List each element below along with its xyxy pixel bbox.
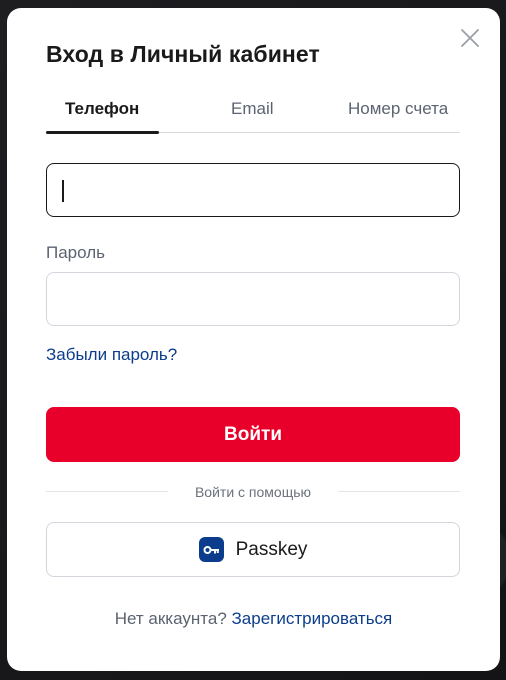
key-icon xyxy=(198,537,224,562)
tab-account-number[interactable]: Номер счета xyxy=(348,99,448,119)
text-caret xyxy=(62,180,64,202)
login-button[interactable]: Войти xyxy=(46,407,460,462)
active-tab-indicator xyxy=(46,131,159,134)
tab-phone[interactable]: Телефон xyxy=(65,99,139,119)
phone-input[interactable] xyxy=(46,163,460,217)
password-label: Пароль xyxy=(46,243,105,262)
close-button[interactable] xyxy=(460,28,480,48)
register-link[interactable]: Зарегистрироваться xyxy=(232,609,393,628)
passkey-label: Passkey xyxy=(235,538,308,560)
close-icon xyxy=(461,29,479,47)
modal-title: Вход в Личный кабинет xyxy=(46,41,320,67)
login-modal: Вход в Личный кабинет Телефон Email Номе… xyxy=(7,8,500,671)
register-row: Нет аккаунта? Зарегистрироваться xyxy=(7,609,500,629)
alt-login-divider: Войти с помощью xyxy=(46,482,460,502)
password-input[interactable] xyxy=(46,272,460,326)
divider-line-right xyxy=(338,491,460,492)
divider-text: Войти с помощью xyxy=(194,484,312,500)
tab-email[interactable]: Email xyxy=(231,99,274,119)
forgot-password-link[interactable]: Забыли пароль? xyxy=(46,345,177,365)
no-account-text: Нет аккаунта? xyxy=(114,609,227,628)
passkey-button[interactable]: Passkey xyxy=(46,522,460,577)
login-method-tabs: Телефон Email Номер счета xyxy=(46,96,460,134)
